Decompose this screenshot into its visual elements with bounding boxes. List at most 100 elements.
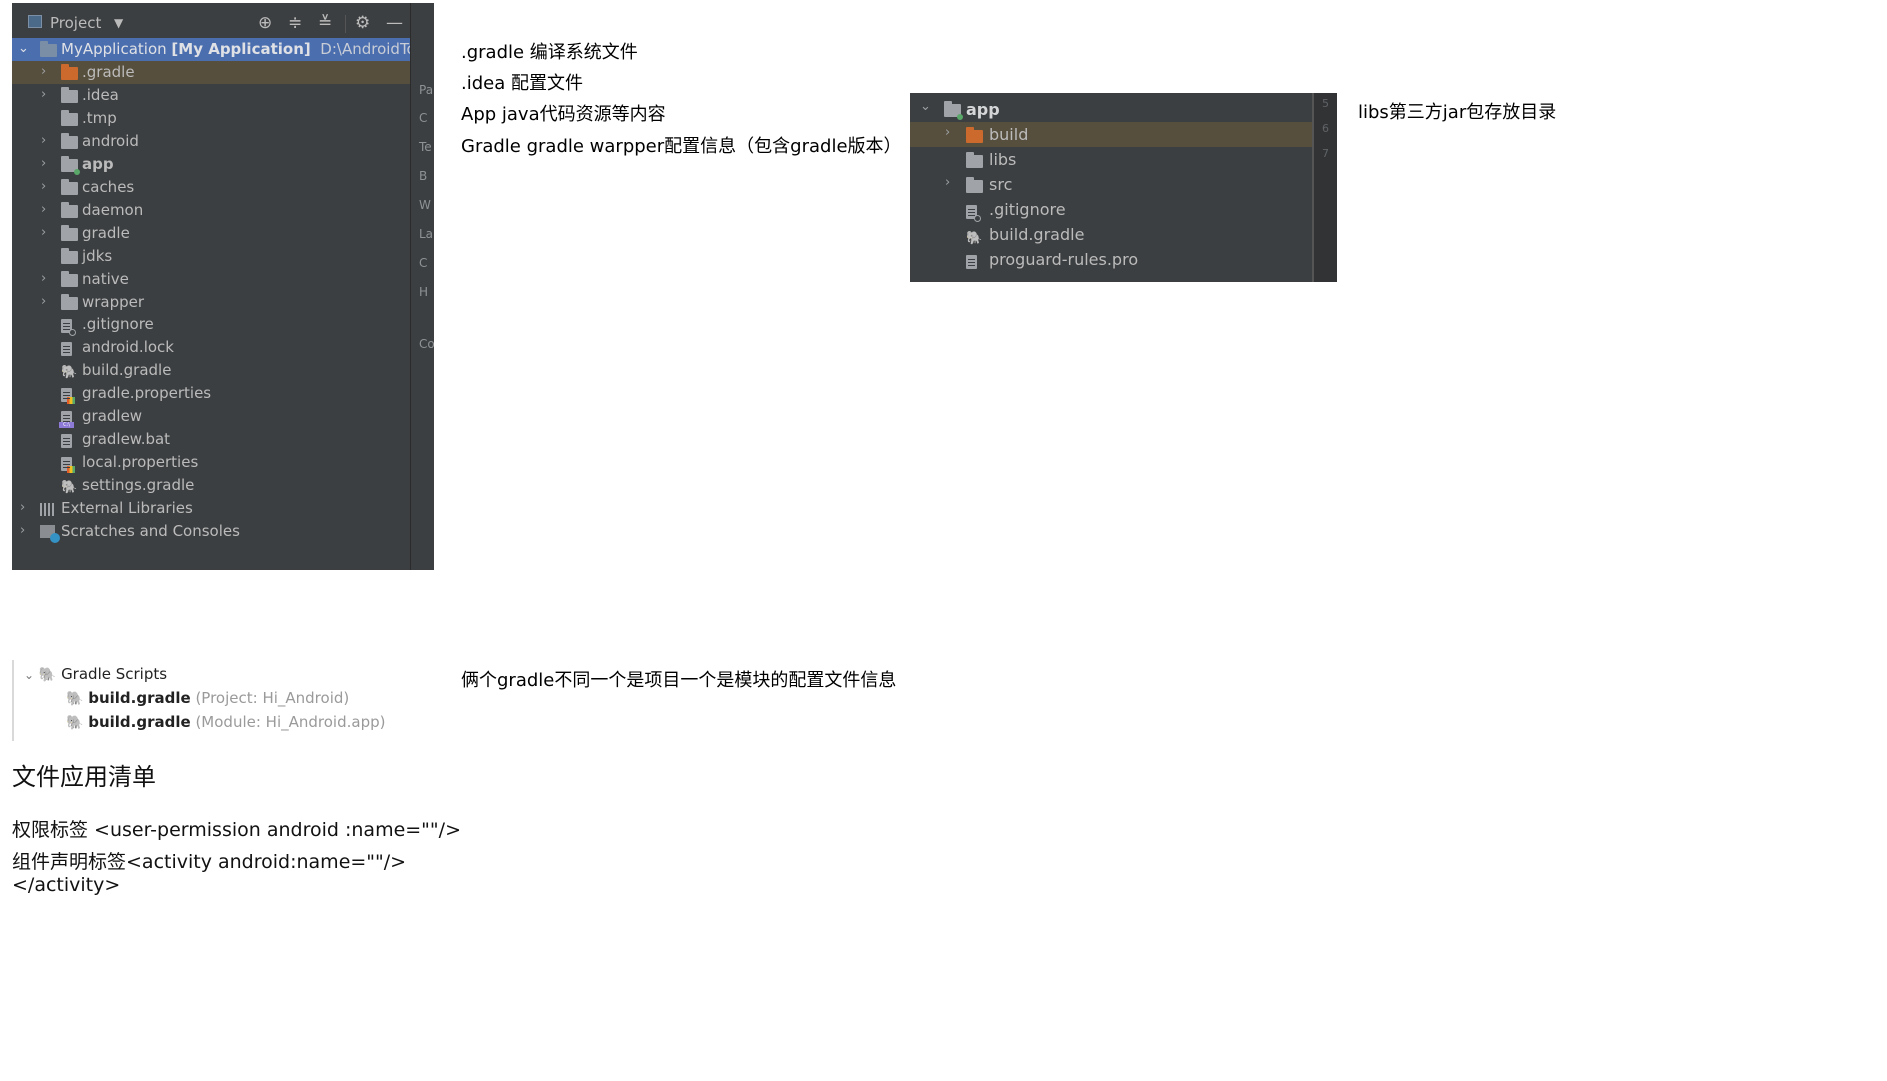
tree-item-android[interactable]: › android <box>12 130 410 153</box>
chevron-right-icon[interactable]: › <box>41 294 46 309</box>
tree-item-label: daemon <box>82 200 144 219</box>
folder-orange-icon <box>966 127 983 143</box>
build-gradle-project[interactable]: 🐘 build.gradle (Project: Hi_Android) <box>66 689 349 707</box>
folder-icon <box>61 132 78 149</box>
tree-item-label: caches <box>82 177 135 196</box>
tree-item-build-gradle[interactable]: 🐘 build.gradle <box>910 222 1312 247</box>
note-app: App java代码资源等内容 <box>461 104 666 125</box>
tree-root-app[interactable]: ⌄ app <box>910 97 1312 122</box>
chevron-right-icon[interactable]: › <box>41 225 46 240</box>
folder-icon <box>61 201 78 218</box>
gradle-scripts-node[interactable]: ⌄ 🐘 Gradle Scripts <box>24 665 167 683</box>
tree-item-settings-gradle[interactable]: 🐘 settings.gradle <box>12 474 410 497</box>
chevron-down-icon[interactable]: ⌄ <box>920 99 931 114</box>
tree-item-label: .gitignore <box>989 200 1066 219</box>
gradle-elephant-icon: 🐘 <box>61 480 78 496</box>
tree-item-gradlew-bat[interactable]: gradlew.bat <box>12 428 410 451</box>
chevron-right-icon[interactable]: › <box>41 179 46 194</box>
chevron-down-icon[interactable]: ⌄ <box>18 41 29 56</box>
locate-icon[interactable]: ⊕ <box>258 13 272 33</box>
chevron-right-icon[interactable]: › <box>945 175 950 190</box>
module-folder-icon <box>944 101 963 120</box>
project-header: Project ▼ ⊕ ≑ ≚ ⚙ — <box>12 3 410 41</box>
folder-icon <box>61 178 78 195</box>
tree-item-local-properties[interactable]: local.properties <box>12 451 410 474</box>
manifest-line-activity: 组件声明标签<activity android:name=""/> <box>12 851 407 873</box>
side-strip-label[interactable]: H <box>419 285 428 299</box>
side-strip-label[interactable]: Co <box>419 337 434 351</box>
chevron-right-icon[interactable]: › <box>945 125 950 140</box>
chevron-right-icon[interactable]: › <box>41 271 46 286</box>
side-strip-label[interactable]: B <box>419 169 427 183</box>
build-gradle-module[interactable]: 🐘 build.gradle (Module: Hi_Android.app) <box>66 713 385 731</box>
tree-item-label: gradle.properties <box>82 384 212 403</box>
gradle-elephant-icon: 🐘 <box>66 691 84 707</box>
minimize-icon[interactable]: — <box>386 13 403 33</box>
tree-item-build-gradle[interactable]: 🐘 build.gradle <box>12 359 410 382</box>
tree-item-gradle[interactable]: › .gradle <box>12 61 410 84</box>
side-strip-label[interactable]: W <box>419 198 431 212</box>
tree-item-src[interactable]: › src <box>910 172 1312 197</box>
tree-item-daemon[interactable]: › daemon <box>12 199 410 222</box>
folder-icon <box>966 152 983 168</box>
side-strip-label[interactable]: C <box>419 111 427 125</box>
tree-item-tmp[interactable]: .tmp <box>12 107 410 130</box>
tree-item-label: build.gradle <box>989 225 1085 244</box>
tree-item-gitignore[interactable]: .gitignore <box>910 197 1312 222</box>
folder-icon <box>966 177 983 193</box>
module-folder-icon <box>40 41 57 57</box>
collapse-all-icon[interactable]: ≚ <box>318 13 332 33</box>
tree-item-gradlew[interactable]: C:\ gradlew <box>12 405 410 429</box>
tree-item-label: gradlew <box>82 407 143 426</box>
chevron-down-icon[interactable]: ⌄ <box>24 668 34 682</box>
tree-item-proguard-rules-pro[interactable]: proguard-rules.pro <box>910 247 1312 272</box>
chevron-right-icon[interactable]: › <box>41 156 46 171</box>
tree-item-label: .gitignore <box>82 315 154 334</box>
chevron-right-icon[interactable]: › <box>41 202 46 217</box>
gradle-scripts-panel: ⌄ 🐘 Gradle Scripts 🐘 build.gradle (Proje… <box>12 660 404 741</box>
gear-icon[interactable]: ⚙ <box>355 13 370 33</box>
gradle-elephant-icon: 🐘 <box>66 715 84 731</box>
side-strip-label[interactable]: La <box>419 227 433 241</box>
tree-item-build[interactable]: › build <box>910 122 1312 147</box>
tree-item-gitignore[interactable]: .gitignore <box>12 313 410 337</box>
folder-icon <box>61 293 78 310</box>
tree-item-label: settings.gradle <box>82 476 195 495</box>
script-name: build.gradle <box>88 713 191 731</box>
tree-item-label: gradlew.bat <box>82 430 171 449</box>
manifest-heading: 文件应用清单 <box>12 763 156 791</box>
chevron-right-icon[interactable]: › <box>41 133 46 148</box>
tree-item-wrapper[interactable]: › wrapper <box>12 291 410 314</box>
tree-item-label: gradle <box>82 223 130 242</box>
tree-item-gradle-properties[interactable]: gradle.properties <box>12 382 410 405</box>
project-view-title[interactable]: Project <box>50 14 101 32</box>
tree-item-label: build.gradle <box>82 361 172 380</box>
line-number: 5 <box>1322 97 1329 110</box>
chevron-down-icon[interactable]: ▼ <box>114 16 123 30</box>
tree-item-external-libraries[interactable]: › External Libraries <box>12 497 410 520</box>
side-strip-label[interactable]: Pal <box>419 83 434 97</box>
tree-item-libs[interactable]: libs <box>910 147 1312 172</box>
tree-item-scratches[interactable]: › Scratches and Consoles <box>12 520 410 543</box>
gradle-elephant-icon: 🐘 <box>61 365 78 381</box>
script-detail: (Module: Hi_Android.app) <box>195 713 386 731</box>
chevron-right-icon[interactable]: › <box>41 64 46 79</box>
expand-all-icon[interactable]: ≑ <box>288 13 302 33</box>
tree-item-idea[interactable]: › .idea <box>12 84 410 107</box>
folder-icon <box>61 224 78 241</box>
tree-item-gradle[interactable]: › gradle <box>12 222 410 245</box>
project-window-icon <box>28 15 42 28</box>
side-strip-label[interactable]: C <box>419 256 427 270</box>
tree-item-jdks[interactable]: jdks <box>12 245 410 268</box>
tree-item-android-lock[interactable]: android.lock <box>12 336 410 359</box>
tree-item-caches[interactable]: › caches <box>12 176 410 199</box>
tree-item-app[interactable]: › app <box>12 153 410 176</box>
tree-item-native[interactable]: › native <box>12 268 410 291</box>
tree-root-myapplication[interactable]: ⌄ MyApplication [My Application] D:\Andr… <box>12 38 434 61</box>
libraries-icon <box>40 502 56 520</box>
chevron-right-icon[interactable]: › <box>41 87 46 102</box>
chevron-right-icon[interactable]: › <box>20 523 25 538</box>
side-strip-label[interactable]: Te <box>419 140 432 154</box>
tree-item-label: External Libraries <box>61 499 193 517</box>
chevron-right-icon[interactable]: › <box>20 500 25 515</box>
